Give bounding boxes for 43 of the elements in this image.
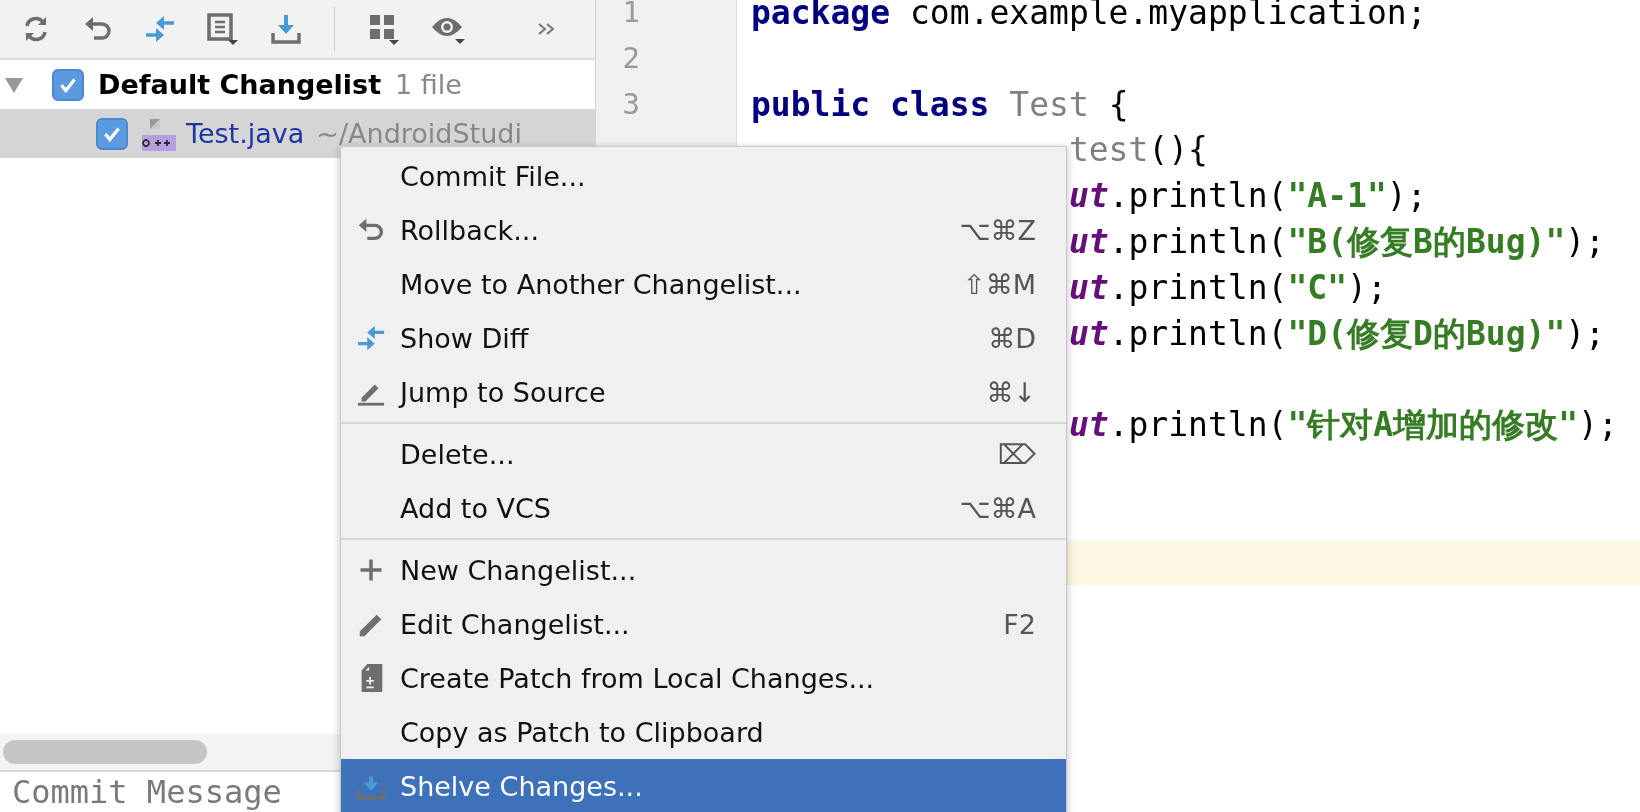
- code-line: public class Test {: [751, 84, 1129, 124]
- shortcut-label: ⌘↓: [986, 376, 1036, 408]
- code-line: ut.println("D(修复D的Bug)");: [1068, 313, 1605, 353]
- shortcut-label: ⌦: [997, 438, 1036, 470]
- shortcut-label: ⌘D: [988, 322, 1036, 354]
- download-icon[interactable]: [270, 13, 302, 45]
- menu-item[interactable]: Create Patch from Local Changes...: [341, 651, 1066, 705]
- code-line: test(){: [1068, 130, 1208, 170]
- scrollbar-thumb[interactable]: [3, 740, 207, 764]
- menu-item[interactable]: Edit Changelist... F2: [341, 597, 1066, 651]
- file-type-icon: [142, 116, 176, 151]
- menu-item[interactable]: Rollback... ⌥⌘Z: [341, 203, 1066, 257]
- shortcut-label: ⇧⌘M: [963, 268, 1036, 300]
- diff-icon[interactable]: [144, 13, 176, 45]
- line-number: 3: [622, 86, 640, 121]
- shortcut-label: ⌥⌘Z: [959, 214, 1036, 246]
- shortcut-label: ⌥⌘A: [959, 492, 1036, 524]
- more-icon[interactable]: [537, 22, 557, 36]
- file-path: ~/AndroidStudi: [316, 118, 522, 149]
- changelist-name: Default Changelist: [98, 69, 382, 100]
- grid-dropdown-icon[interactable]: [367, 12, 401, 46]
- menu-item[interactable]: Add to VCS ⌥⌘A: [341, 481, 1066, 535]
- menu-item[interactable]: New Changelist...: [341, 543, 1066, 597]
- shortcut-label: F2: [1003, 608, 1036, 640]
- menu-item[interactable]: Copy as Patch to Clipboard: [341, 705, 1066, 759]
- menu-item[interactable]: Move to Another Changelist... ⇧⌘M: [341, 257, 1066, 311]
- line-number: 1: [622, 0, 640, 29]
- checkbox[interactable]: [52, 68, 84, 101]
- file-name: Test.java: [186, 118, 305, 149]
- line-number: 2: [622, 40, 640, 75]
- code-line: ut.println("C");: [1068, 267, 1387, 307]
- menu-item[interactable]: Show Diff ⌘D: [341, 311, 1066, 365]
- menu-item[interactable]: Shelve Changes...: [341, 759, 1066, 812]
- checkbox[interactable]: [96, 117, 128, 150]
- diff-icon: [355, 323, 386, 353]
- menu-item[interactable]: Jump to Source ⌘↓: [341, 365, 1066, 419]
- code-line: ut.println("B(修复B的Bug)");: [1068, 222, 1605, 261]
- file-count: 1 file: [395, 69, 462, 100]
- menu-item[interactable]: Delete... ⌦: [341, 427, 1066, 481]
- shelve-icon: [355, 771, 386, 801]
- code-line: ut.println("A-1");: [1068, 176, 1427, 216]
- code-line: ut.println("针对A增加的修改");: [1068, 405, 1618, 445]
- document-dropdown-icon[interactable]: [206, 12, 240, 46]
